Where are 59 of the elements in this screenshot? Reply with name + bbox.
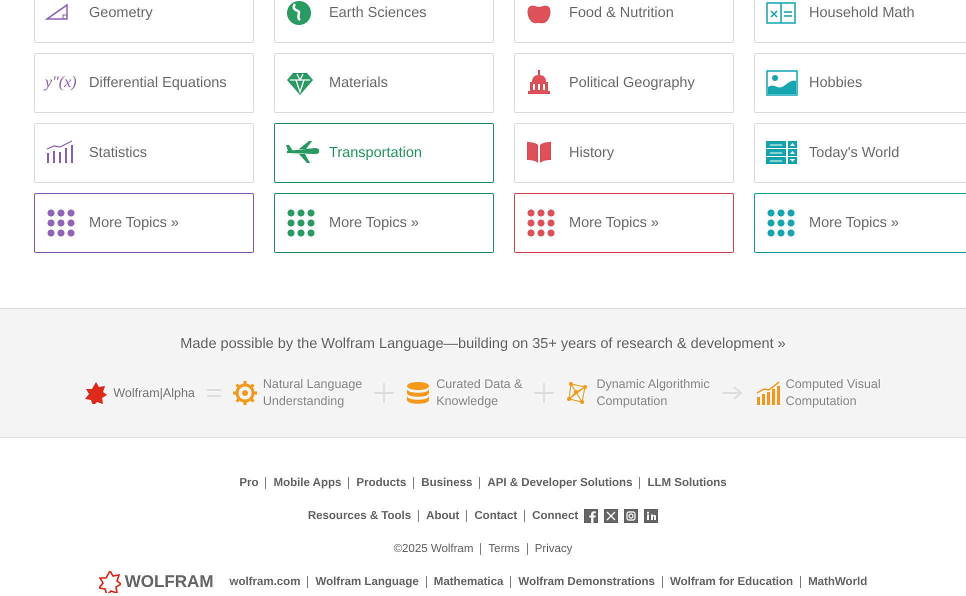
footer-link[interactable]: wolfram.com (230, 576, 300, 588)
star-logo-icon (85, 382, 108, 404)
more-topics-button[interactable]: More Topics » (754, 193, 966, 253)
topic-card[interactable]: Household Math (754, 0, 966, 43)
more-topics-button[interactable]: More Topics » (34, 193, 254, 253)
x-logo-icon[interactable] (604, 509, 618, 523)
footer-link[interactable]: Wolfram Demonstrations (518, 576, 655, 588)
step-label: Natural Language Understanding (262, 376, 362, 410)
step-label: Curated Data & Knowledge (436, 376, 522, 410)
topic-card[interactable]: Hobbies (754, 53, 966, 113)
footer-link[interactable]: Pro (239, 477, 258, 489)
topic-card[interactable]: Today's World (754, 123, 966, 183)
formula-symbol: y″(x) (45, 74, 78, 92)
footer-link[interactable]: Business (421, 477, 472, 489)
image-icon (765, 69, 799, 97)
footer-link[interactable]: Mathematica (434, 576, 504, 588)
footer-link[interactable]: About (426, 510, 460, 522)
gear-icon (232, 381, 257, 405)
grid-icon (767, 209, 795, 237)
topic-card[interactable]: Political Geography (514, 53, 734, 113)
topic-card[interactable]: y″(x) Differential Equations (34, 53, 254, 113)
footer-link[interactable]: Products (356, 477, 406, 489)
grid-icon (287, 209, 315, 237)
topic-card[interactable]: Statistics (34, 123, 254, 183)
footer-link[interactable]: LLM Solutions (647, 477, 727, 489)
footer-link[interactable]: MathWorld (808, 576, 868, 588)
linkedin-icon[interactable] (644, 509, 658, 523)
wolfram-logo-text: WOLFRAM (124, 572, 214, 592)
topic-card[interactable]: Materials (274, 53, 494, 113)
grid-icon (527, 209, 555, 237)
footer-link[interactable]: Mobile Apps (273, 477, 342, 489)
footer-link[interactable]: Contact (474, 510, 518, 522)
copyright-text: ©2025 Wolfram (394, 543, 474, 555)
footer-link[interactable]: API & Developer Solutions (487, 477, 632, 489)
headline-link[interactable]: Made possible by the Wolfram Language—building on 35+ years of research & development » (180, 336, 786, 352)
calculator-icon (765, 0, 799, 27)
footer-link[interactable]: Wolfram for Education (670, 576, 794, 588)
facebook-icon[interactable] (584, 509, 598, 523)
topic-card[interactable]: Food & Nutrition (514, 0, 734, 43)
step-label: Computed Visual Computation (786, 376, 881, 410)
more-topics-button[interactable]: More Topics » (274, 193, 494, 253)
topic-card[interactable]: Transportation (274, 123, 494, 183)
topic-card[interactable]: Earth Sciences (274, 0, 494, 43)
footer-link[interactable]: Terms (488, 543, 520, 555)
footer-link[interactable]: Connect (532, 510, 578, 522)
footer-link[interactable]: Wolfram Language (315, 576, 419, 588)
bar-chart-icon (756, 381, 780, 405)
step-label: Dynamic Algorithmic Computation (596, 376, 710, 410)
more-topics-button[interactable]: More Topics » (514, 193, 734, 253)
topic-card[interactable]: History (514, 123, 734, 183)
topic-card[interactable]: Geometry (34, 0, 254, 43)
star-logo-icon (98, 571, 121, 593)
instagram-icon[interactable] (624, 509, 638, 523)
brand-name: Wolfram|Alpha (113, 386, 195, 400)
footer-link[interactable]: Resources & Tools (308, 510, 412, 522)
database-icon (406, 381, 430, 405)
footer-link[interactable]: Privacy (534, 543, 572, 555)
data-table-icon (765, 139, 799, 167)
grid-icon (47, 209, 75, 237)
